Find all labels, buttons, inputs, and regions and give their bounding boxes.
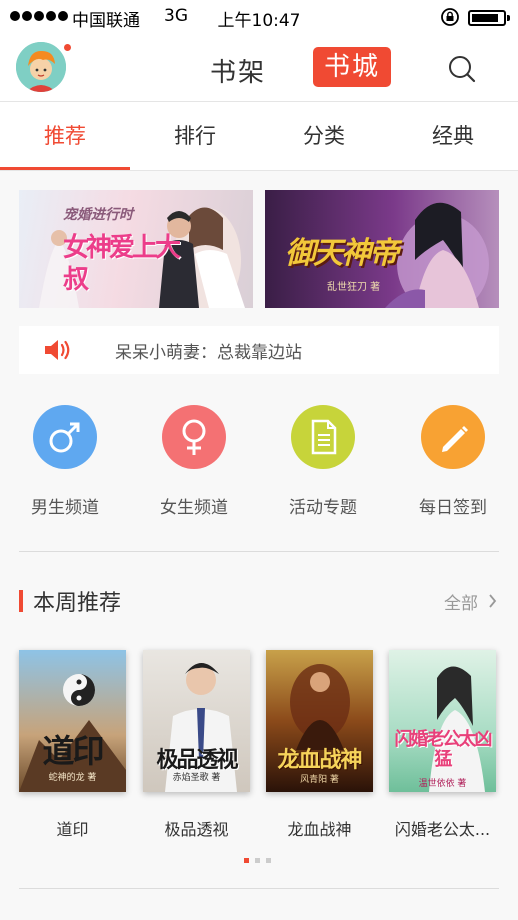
book-title: 道印 [56, 820, 89, 839]
banner-title: 女神爱上大叔 [63, 233, 181, 295]
book-title: 闪婚老公太... [394, 820, 491, 839]
top-header: 书架 书城 [0, 34, 518, 102]
page-dot [266, 858, 271, 863]
page-dot-active [244, 858, 249, 863]
book-card[interactable]: 极品透视 赤焰圣歌 著 极品透视 [143, 650, 250, 840]
channel-events[interactable]: 活动专题 [259, 405, 387, 518]
banner-author: 乱世狂刀 著 [327, 282, 381, 293]
book-card[interactable]: 闪婚老公太凶猛 温世依依 著 闪婚老公太... [389, 650, 496, 840]
document-icon [291, 405, 355, 469]
cover-title: 闪婚老公太凶猛 [394, 729, 493, 770]
section-divider [19, 888, 499, 889]
rotation-lock-icon [441, 8, 459, 26]
bookstore-tab[interactable]: 书城 [313, 47, 391, 87]
cover-author: 风青阳 著 [300, 775, 339, 785]
page-indicator [244, 858, 271, 863]
cover-title: 道印 [42, 732, 104, 770]
status-bar: 中国联通 3G 上午10:47 [0, 0, 518, 34]
section-divider [19, 551, 499, 552]
book-card[interactable]: 道印 蛇神的龙 著 道印 [19, 650, 126, 840]
avatar[interactable] [16, 42, 66, 92]
book-cover: 龙血战神 风青阳 著 [266, 650, 373, 792]
view-all-link[interactable]: 全部 [444, 589, 478, 614]
cover-author: 赤焰圣歌 著 [172, 773, 221, 783]
pencil-icon [421, 405, 485, 469]
banner-fantasy[interactable]: 御天神帝 乱世狂刀 著 [265, 190, 499, 308]
channel-label: 活动专题 [289, 498, 357, 518]
tab-category[interactable]: 分类 [259, 103, 389, 169]
search-icon[interactable] [447, 54, 477, 84]
announcement-bar[interactable]: 呆呆小萌妻：总裁靠边站 [19, 326, 499, 374]
channel-label: 男生频道 [31, 498, 99, 518]
book-title: 极品透视 [164, 820, 229, 839]
cover-title: 龙血战神 [277, 748, 362, 773]
book-title: 龙血战神 [287, 820, 352, 839]
section-title: 本周推荐 [33, 591, 122, 616]
book-cover: 闪婚老公太凶猛 温世依依 著 [389, 650, 496, 792]
speaker-icon [45, 340, 70, 360]
chevron-right-icon[interactable] [488, 594, 497, 608]
male-icon [33, 405, 97, 469]
notification-dot [62, 42, 73, 53]
battery-icon [468, 10, 510, 26]
active-tab-indicator [0, 167, 130, 170]
cover-author: 温世依依 著 [418, 779, 467, 789]
tab-recommend[interactable]: 推荐 [0, 103, 130, 170]
announcement-text: 呆呆小萌妻：总裁靠边站 [115, 343, 302, 363]
banner-subtitle: 宠婚进行时 [63, 207, 133, 223]
banner-title: 御天神帝 [285, 236, 399, 271]
channel-label: 每日签到 [419, 498, 487, 518]
channel-male[interactable]: 男生频道 [1, 405, 129, 518]
section-accent-bar [19, 590, 23, 612]
category-tabs: 推荐 排行 分类 经典 [0, 103, 518, 171]
channel-checkin[interactable]: 每日签到 [389, 405, 517, 518]
female-icon [162, 405, 226, 469]
tab-classic[interactable]: 经典 [388, 103, 518, 169]
book-cover: 极品透视 赤焰圣歌 著 [143, 650, 250, 792]
cover-author: 蛇神的龙 著 [48, 773, 97, 783]
banner-romance[interactable]: 宠婚进行时 女神爱上大叔 [19, 190, 253, 308]
book-card[interactable]: 龙血战神 风青阳 著 龙血战神 [266, 650, 373, 840]
channel-female[interactable]: 女生频道 [130, 405, 258, 518]
bookshelf-tab[interactable]: 书架 [210, 52, 266, 89]
book-cover: 道印 蛇神的龙 著 [19, 650, 126, 792]
page-dot [255, 858, 260, 863]
channel-label: 女生频道 [160, 498, 228, 518]
tab-ranking[interactable]: 排行 [130, 103, 260, 169]
